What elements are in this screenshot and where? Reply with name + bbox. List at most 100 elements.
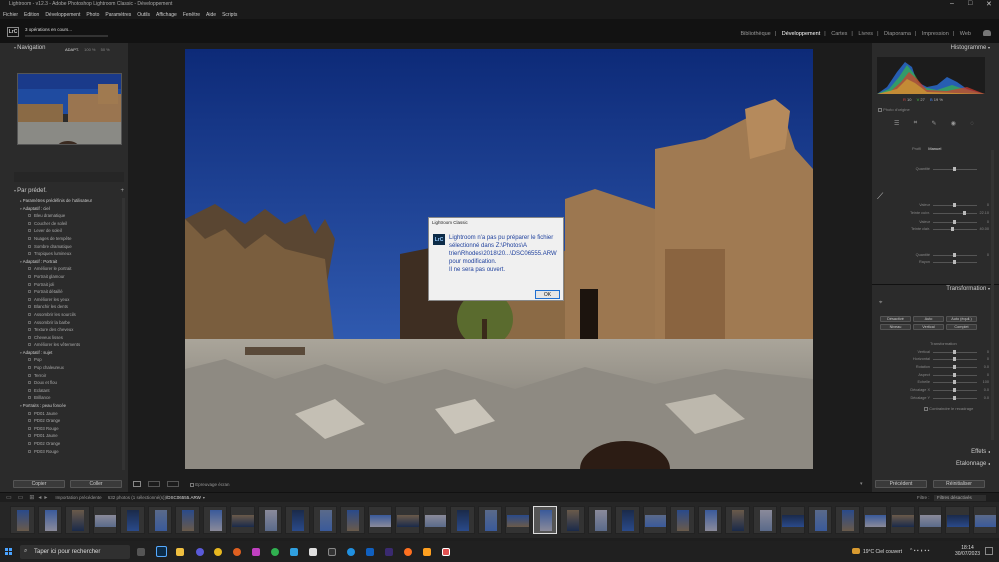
filmstrip-thumbnail[interactable]: [120, 506, 145, 534]
app-icon-5[interactable]: [271, 548, 279, 556]
preset-item[interactable]: Portrait glamour: [20, 274, 126, 282]
menu-parametres[interactable]: Paramètres: [105, 12, 131, 18]
filmstrip-thumbnail[interactable]: [37, 506, 62, 534]
preset-item[interactable]: Bleu dramatique: [20, 213, 126, 221]
preset-item[interactable]: Pop: [20, 357, 126, 365]
zoom-100[interactable]: 100 %: [84, 47, 95, 52]
preset-group[interactable]: ▾ Adaptatif : Portrait: [20, 259, 126, 267]
compare-icon[interactable]: [167, 481, 179, 487]
module-web[interactable]: Web: [960, 31, 971, 37]
close-icon[interactable]: ✕: [986, 0, 992, 8]
filmstrip-thumbnail[interactable]: [230, 506, 255, 534]
paste-button[interactable]: Coller: [70, 480, 122, 488]
filmstrip-thumbnail[interactable]: [780, 506, 805, 534]
preset-item[interactable]: Assombrir les sourcils: [20, 312, 126, 320]
preset-group[interactable]: ▾ Adaptatif : ciel: [20, 206, 126, 214]
filmstrip-source[interactable]: Importation précédente: [55, 495, 101, 500]
filmstrip-thumbnail[interactable]: [862, 506, 887, 534]
preset-group[interactable]: ▾ Adaptatif : sujet: [20, 350, 126, 358]
preset-item[interactable]: Coucher de soleil: [20, 221, 126, 229]
filmstrip-thumbnail[interactable]: [422, 506, 447, 534]
menu-developpement[interactable]: Développement: [45, 12, 80, 18]
filmstrip-thumbnail[interactable]: [477, 506, 502, 534]
add-preset-icon[interactable]: +: [120, 188, 124, 194]
preset-group[interactable]: ▾ Portraits : peau foncée: [20, 403, 126, 411]
preset-item[interactable]: Terroir: [20, 373, 126, 381]
upright-button[interactable]: Vertical: [913, 324, 944, 330]
preset-item[interactable]: Améliorer le portrait: [20, 266, 126, 274]
filmstrip-thumbnail[interactable]: [835, 506, 860, 534]
preset-scrollbar[interactable]: [122, 198, 125, 470]
app-icon-2[interactable]: [214, 548, 222, 556]
slider-row[interactable]: Teinte cuivr. 22.10: [905, 210, 989, 216]
preset-item[interactable]: Portrait détaillé: [20, 289, 126, 297]
filmstrip-thumbnail[interactable]: [917, 506, 942, 534]
upright-button[interactable]: Auto (équil.): [946, 316, 977, 322]
preset-group[interactable]: ▸ Paramètres prédéfinis de l'utilisateur: [20, 198, 126, 206]
weather-text[interactable]: 19°C Ciel couvert: [863, 549, 902, 555]
copy-button[interactable]: Copier: [13, 480, 65, 488]
redeye-icon[interactable]: ◉: [951, 120, 956, 127]
calibration-header[interactable]: Etalonnage ◂: [930, 461, 990, 469]
screen-1-icon[interactable]: ▭: [6, 494, 12, 501]
filmstrip-thumbnail[interactable]: [10, 506, 35, 534]
app-icon-4[interactable]: [252, 548, 260, 556]
filename-dropdown-icon[interactable]: ▾: [203, 495, 205, 500]
preset-item[interactable]: Portrait joli: [20, 282, 126, 290]
slider-row[interactable]: Rotation 0.0: [905, 364, 989, 370]
slider-row[interactable]: Valeur 0: [905, 219, 989, 225]
clock[interactable]: 18:14 30/07/2023: [955, 545, 980, 557]
filmstrip-thumbnail[interactable]: [642, 506, 667, 534]
menu-affichage[interactable]: Affichage: [156, 12, 177, 18]
crop-icon[interactable]: ⌗: [914, 120, 917, 127]
menu-aide[interactable]: Aide: [206, 12, 216, 18]
preset-item[interactable]: Doux et flou: [20, 380, 126, 388]
edit-sliders-icon[interactable]: ☰: [894, 120, 899, 127]
filmstrip-thumbnail[interactable]: [752, 506, 777, 534]
reset-button[interactable]: Réinitialiser: [933, 480, 985, 488]
preset-item[interactable]: Améliorer les vêtements: [20, 342, 126, 350]
menu-edition[interactable]: Edition: [24, 12, 39, 18]
task-view-icon[interactable]: [137, 548, 145, 556]
forward-arrow-icon[interactable]: ▸: [44, 494, 47, 501]
screen-2-icon[interactable]: ▭: [18, 494, 24, 501]
slider-row[interactable]: Quantité: [905, 166, 989, 172]
menu-fichier[interactable]: Fichier: [3, 12, 18, 18]
histogram-graph[interactable]: [877, 57, 985, 94]
preset-item[interactable]: Pop chaleureux: [20, 365, 126, 373]
filmstrip-thumbnail[interactable]: [202, 506, 227, 534]
filmstrip-thumbnail[interactable]: [505, 506, 530, 534]
mask-icon[interactable]: ◌: [970, 121, 974, 127]
effects-header[interactable]: Effets ◂: [940, 449, 990, 457]
histogram-header[interactable]: Histogramme ▾: [930, 45, 990, 53]
app-icon-9[interactable]: [366, 548, 374, 556]
preset-item[interactable]: PD03 Rouge: [20, 426, 126, 434]
preset-item[interactable]: Blanchir les dents: [20, 304, 126, 312]
preset-item[interactable]: Nuages de tempête: [20, 236, 126, 244]
filmstrip-thumbnail[interactable]: [945, 506, 970, 534]
module-book[interactable]: Livres: [858, 31, 873, 37]
loupe-view-icon[interactable]: [133, 481, 141, 487]
filmstrip-thumbnail[interactable]: [147, 506, 172, 534]
filmstrip-thumbnail[interactable]: [367, 506, 392, 534]
zoom-50[interactable]: 50 %: [101, 47, 110, 52]
filmstrip-thumbnail[interactable]: [312, 506, 337, 534]
weather-icon[interactable]: [852, 548, 860, 554]
maximize-icon[interactable]: □: [968, 0, 972, 7]
filmstrip-thumbnail[interactable]: [615, 506, 640, 534]
previous-button[interactable]: Précédent: [875, 480, 927, 488]
preset-item[interactable]: PD03 Rouge: [20, 449, 126, 457]
filmstrip-thumbnail[interactable]: [890, 506, 915, 534]
zoom-fit[interactable]: ADAPT.: [65, 47, 79, 52]
transform-header[interactable]: Transformation ▾: [930, 286, 990, 294]
eyedropper-icon[interactable]: ⟋: [877, 191, 883, 202]
module-library[interactable]: Bibliothèque: [740, 31, 770, 37]
slider-row[interactable]: Horizontal 0: [905, 356, 989, 362]
app-icon-8[interactable]: [328, 548, 336, 556]
menu-fenetre[interactable]: Fenêtre: [183, 12, 200, 18]
preset-item[interactable]: Améliorer les yeux: [20, 297, 126, 305]
filmstrip-thumbnail[interactable]: [725, 506, 750, 534]
navigator-preview[interactable]: [17, 73, 122, 145]
filmstrip-thumbnail[interactable]: [175, 506, 200, 534]
firefox-icon[interactable]: [404, 548, 412, 556]
